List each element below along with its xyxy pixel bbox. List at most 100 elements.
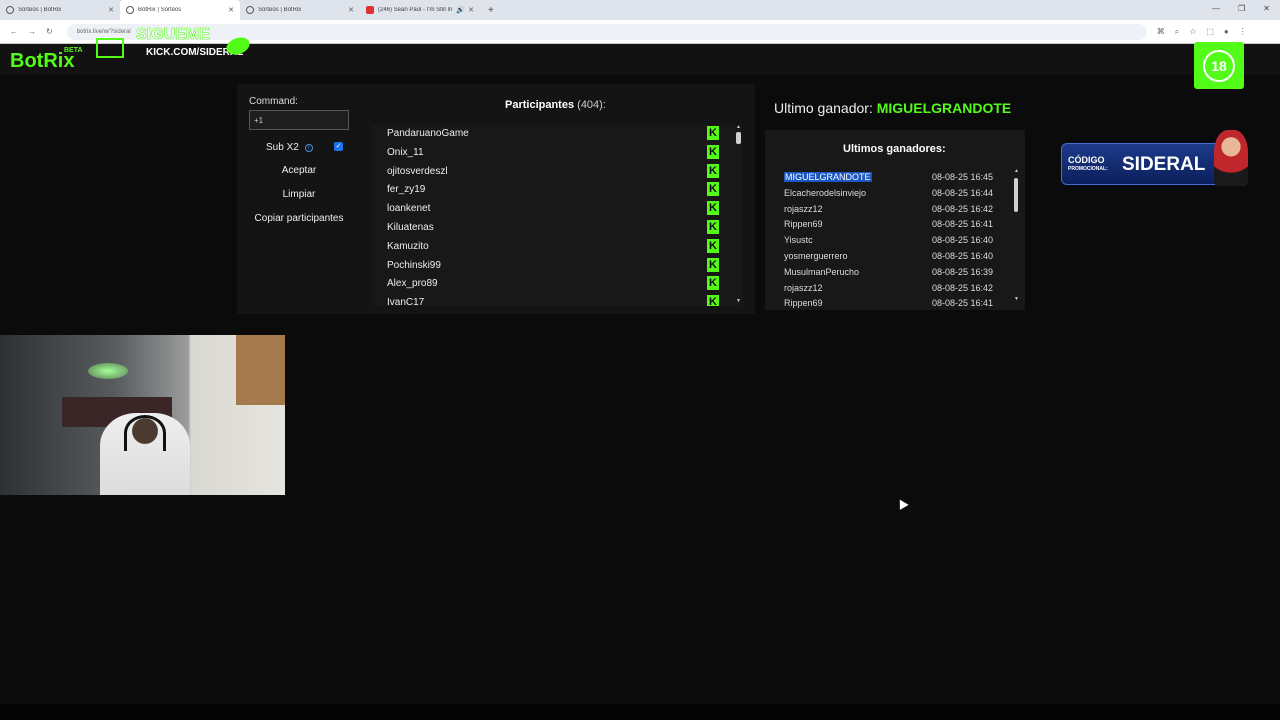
stream-overlay-follow: SIGUEME (136, 26, 210, 44)
info-icon[interactable]: i (304, 143, 313, 152)
winner-name: MIGUELGRANDOTE (784, 172, 872, 182)
minimize-icon[interactable]: — (1212, 4, 1220, 13)
browser-tab[interactable]: Sorteos | BotRix ✕ (240, 0, 360, 20)
beta-badge: BETA (64, 47, 83, 54)
scroll-up-icon[interactable]: ▲ (736, 124, 741, 130)
url-text: botrix.live/w/?sideral (76, 28, 131, 35)
translate-icon[interactable]: ⌘ (1157, 27, 1165, 37)
participant-name: IvanC17 (387, 297, 425, 306)
neon-sign-icon (88, 363, 128, 379)
winner-time: 08-08-25 16:39 (932, 266, 994, 277)
zoom-icon[interactable]: ⌕ (1175, 27, 1179, 37)
tab-title: Sorteos | BotRix (18, 7, 62, 13)
participant-row[interactable]: fer_zy19 K (387, 181, 727, 199)
winner-name: Yisustc (784, 235, 813, 246)
close-window-icon[interactable]: ✕ (1263, 4, 1270, 13)
winner-row[interactable]: rojaszz12 08-08-25 16:42 (784, 281, 1004, 297)
winner-time: 08-08-25 16:42 (932, 203, 994, 214)
tab-title: BotRix | Sorteos (138, 7, 182, 13)
kick-icon: K (707, 201, 719, 216)
globe-icon (126, 6, 134, 14)
promo-banner[interactable]: CÓDIGO PROMOCIONAL: SIDERAL (1061, 130, 1248, 186)
maximize-icon[interactable]: ❐ (1238, 4, 1245, 13)
winner-row[interactable]: Rippen69 08-08-25 16:41 (784, 217, 1004, 233)
browser-tab-active[interactable]: BotRix | Sorteos ✕ (120, 0, 240, 20)
winner-time: 08-08-25 16:45 (932, 172, 994, 182)
participants-scrollbar[interactable]: ▲ ▼ (736, 124, 741, 306)
winner-row[interactable]: MIGUELGRANDOTE 08-08-25 16:45 (784, 170, 1004, 186)
winner-time: 08-08-25 16:41 (932, 219, 994, 230)
promo-name: SIDERAL (1122, 154, 1206, 175)
participant-row[interactable]: Kamuzito K (387, 238, 727, 256)
reload-icon[interactable]: ↻ (46, 27, 53, 36)
browser-tab[interactable]: Sorteos | BotRix ✕ (0, 0, 120, 20)
scroll-down-icon[interactable]: ▼ (736, 298, 741, 304)
participant-row[interactable]: Onix_11 K (387, 144, 727, 162)
winners-title: Ultimos ganadores: (843, 143, 946, 155)
close-icon[interactable]: ✕ (348, 6, 354, 14)
sub-x2-checkbox[interactable]: ✓ (334, 142, 343, 151)
participant-row[interactable]: PandaruanoGame K (387, 125, 727, 143)
winner-row[interactable]: rojaszz12 08-08-25 16:42 (784, 202, 1004, 218)
last-winner: Ultimo ganador: MIGUELGRANDOTE (774, 100, 1011, 116)
tab-title: Sorteos | BotRix (258, 7, 302, 13)
profile-icon[interactable]: ● (1224, 27, 1229, 37)
browser-tab-bar: Sorteos | BotRix ✕ BotRix | Sorteos ✕ So… (0, 0, 1280, 20)
winner-name: MusulmanPerucho (784, 266, 860, 277)
menu-icon[interactable]: ⋮ (1239, 27, 1247, 37)
participant-name: Alex_pro89 (387, 278, 438, 290)
winner-row[interactable]: Elcacherodelsinviejo 08-08-25 16:44 (784, 186, 1004, 202)
sub-x2-label: Sub X2 (266, 142, 299, 153)
participant-name: Kamuzito (387, 240, 429, 252)
participant-row[interactable]: Pochinski99 K (387, 257, 727, 275)
scroll-down-icon[interactable]: ▼ (1014, 296, 1019, 302)
winners-scrollbar[interactable]: ▲ ▼ (1014, 168, 1019, 304)
participant-name: Pochinski99 (387, 259, 441, 271)
new-tab-button[interactable]: + (488, 5, 494, 16)
scroll-thumb[interactable] (1014, 178, 1018, 212)
winner-name: rojaszz12 (784, 203, 823, 214)
cork-board (236, 335, 285, 405)
accept-button[interactable]: Aceptar (249, 165, 349, 176)
clear-button[interactable]: Limpiar (249, 189, 349, 200)
winner-name: Elcacherodelsinviejo (784, 187, 867, 198)
winner-time: 08-08-25 16:40 (932, 251, 994, 261)
scroll-thumb[interactable] (736, 132, 741, 144)
participant-row[interactable]: loankenet K (387, 200, 727, 218)
mascot-icon (1214, 130, 1248, 186)
participant-row[interactable]: IvanC17 K (387, 294, 727, 306)
bottom-bar (0, 704, 1280, 720)
participant-row[interactable]: ojitosverdeszl K (387, 163, 727, 181)
command-input[interactable] (249, 110, 349, 130)
participant-row[interactable]: Alex_pro89 K (387, 275, 727, 293)
browser-toolbar: ⌘ ⌕ ☆ ⬚ ● ⋮ (1157, 27, 1247, 37)
kick-icon: K (707, 220, 719, 234)
star-icon[interactable]: ☆ (1189, 27, 1196, 37)
browser-tab[interactable]: (246) Sean Paul - I'm Still In 🔊 ✕ (360, 0, 480, 20)
close-icon[interactable]: ✕ (108, 6, 114, 14)
url-input[interactable]: botrix.live/w/?sideral (66, 23, 1147, 40)
sub-x2-option: Sub X2 i (266, 142, 313, 153)
participant-name: ojitosverdeszl (387, 165, 448, 177)
kick-icon: K (707, 238, 719, 253)
winner-row[interactable]: yosmerguerrero 08-08-25 16:40 (784, 249, 1004, 265)
close-icon[interactable]: ✕ (228, 6, 234, 14)
winner-row[interactable]: Yisustc 08-08-25 16:40 (784, 233, 1004, 249)
winner-row[interactable]: Rippen69 08-08-25 16:41 (784, 296, 1004, 312)
participants-title-text: Participantes (505, 99, 575, 111)
close-icon[interactable]: ✕ (468, 6, 474, 14)
forward-icon[interactable]: → (28, 27, 36, 36)
back-icon[interactable]: ← (10, 27, 18, 36)
participants-list[interactable]: PandaruanoGame K Onix_11 K ojitosverdeszl Kfe… (372, 125, 742, 306)
scroll-up-icon[interactable]: ▲ (1014, 168, 1019, 174)
extensions-icon[interactable]: ⬚ (1206, 27, 1214, 37)
kick-icon: K (707, 163, 719, 178)
copy-participants-button[interactable]: Copiar participantes (249, 213, 349, 224)
speaker-icon[interactable]: 🔊 (456, 6, 465, 14)
participant-row[interactable]: Kiluatenas K (387, 219, 727, 237)
winner-row[interactable]: MusulmanPerucho 08-08-25 16:39 (784, 265, 1004, 281)
winner-name: rojaszz12 (784, 282, 823, 293)
last-winner-label: Ultimo ganador: (774, 100, 873, 116)
winner-time: 08-08-25 16:40 (932, 235, 994, 246)
winner-time: 08-08-25 16:44 (932, 187, 994, 198)
